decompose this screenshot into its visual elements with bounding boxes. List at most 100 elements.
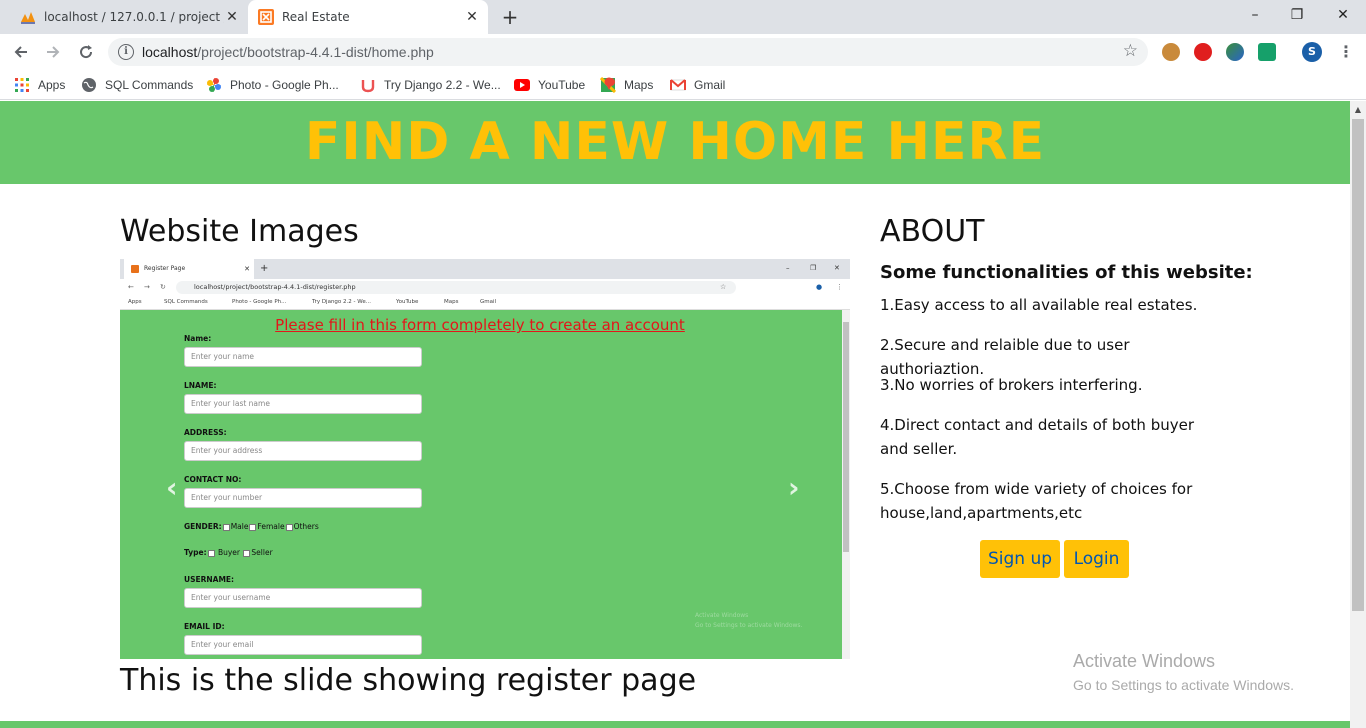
about-item: 3.No worries of brokers interfering.	[880, 376, 1143, 394]
address-bar[interactable]: i localhost/project/bootstrap-4.4.1-dist…	[108, 38, 1148, 66]
close-tab-icon[interactable]: ✕	[224, 9, 240, 25]
slide-input-address: Enter your address	[184, 441, 422, 461]
bookmark-star-icon[interactable]: ☆	[1123, 41, 1138, 61]
minimize-button[interactable]: –	[1232, 0, 1278, 30]
youtube-icon	[514, 79, 530, 91]
slide-new-tab-icon: +	[260, 263, 269, 274]
google-photos-icon	[207, 78, 221, 92]
website-images-heading: Website Images	[120, 214, 359, 249]
bookmark-google-photos[interactable]: Photo - Google Ph...	[206, 76, 339, 94]
bookmark-youtube[interactable]: YouTube	[514, 76, 585, 94]
bookmark-label: Gmail	[694, 78, 726, 92]
slide-browser-tabbar: Register Page ✕ + – ❐ ✕	[120, 259, 850, 279]
slide-bookmarks-bar: Apps SQL Commands Photo - Google Ph... T…	[120, 296, 850, 310]
bookmark-apps[interactable]: Apps	[14, 76, 65, 94]
url-text: localhost/project/bootstrap-4.4.1-dist/h…	[142, 44, 434, 60]
slide-watermark-subtitle: Go to Settings to activate Windows.	[695, 622, 803, 629]
signup-button[interactable]: Sign up	[980, 540, 1060, 578]
bookmark-label: SQL Commands	[105, 78, 194, 92]
slide-tab-title: Register Page	[144, 265, 186, 272]
close-tab-icon[interactable]: ✕	[464, 9, 480, 25]
slide-label-username: USERNAME:	[184, 575, 235, 584]
about-heading: ABOUT	[880, 214, 985, 249]
bookmark-gmail[interactable]: Gmail	[670, 76, 725, 94]
bookmark-label: Photo - Google Ph...	[230, 78, 339, 92]
carousel-next-icon[interactable]: ›	[788, 471, 800, 504]
bookmark-sql-commands[interactable]: SQL Commands	[81, 76, 193, 94]
slide-bookmark: Gmail	[480, 299, 497, 305]
slide-bookmark: Apps	[128, 299, 142, 305]
browser-toolbar: i localhost/project/bootstrap-4.4.1-dist…	[0, 34, 1366, 70]
slide-close-icon: ✕	[244, 265, 250, 273]
page-scrollbar[interactable]: ▲	[1350, 101, 1366, 728]
slide-input-email: Enter your email	[184, 635, 422, 655]
about-item: 4.Direct contact and details of both buy…	[880, 416, 1195, 458]
back-button[interactable]	[9, 40, 33, 64]
reload-icon	[80, 45, 93, 59]
slide-bookmark: Try Django 2.2 - We...	[312, 299, 372, 305]
about-subheading: Some functionalities of this website:	[880, 262, 1253, 283]
banner-title: FIND A NEW HOME HERE	[304, 112, 1046, 172]
about-item: 5.Choose from wide variety of choices fo…	[880, 480, 1193, 522]
xampp-icon	[258, 9, 274, 25]
page-viewport: FIND A NEW HOME HERE Website Images Regi…	[0, 101, 1350, 728]
google-maps-icon	[600, 77, 616, 93]
tab-title: Real Estate	[282, 10, 350, 24]
slide-label-lname: LNAME:	[184, 381, 217, 390]
slide-scrollbar	[842, 310, 850, 659]
tab-phpmyadmin[interactable]: localhost / 127.0.0.1 / project / p ✕	[8, 0, 248, 34]
about-item: 1.Easy access to all available real esta…	[880, 296, 1198, 314]
slide-bookmark: Maps	[444, 299, 459, 305]
slide-label-address: ADDRESS:	[184, 428, 227, 437]
slide-label-name: Name:	[184, 334, 212, 343]
footer-strip	[0, 721, 1350, 728]
slide-label-contact: CONTACT NO:	[184, 475, 242, 484]
slide-forward-icon: →	[144, 283, 150, 291]
back-arrow-icon	[14, 46, 27, 58]
carousel-prev-icon[interactable]: ‹	[166, 471, 178, 504]
slide-bookmark: SQL Commands	[164, 299, 208, 305]
slide-tab: Register Page ✕	[124, 259, 254, 279]
reload-button[interactable]	[74, 40, 98, 64]
slide-address-bar: localhost/project/bootstrap-4.4.1-dist/r…	[176, 281, 736, 294]
slide-form-heading: Please fill in this form completely to c…	[275, 316, 685, 334]
slide-bookmark: Photo - Google Ph...	[232, 299, 287, 305]
slide-restore-icon: ❐	[810, 264, 817, 272]
bookmark-label: Maps	[624, 78, 654, 92]
image-carousel: Register Page ✕ + – ❐ ✕ ← → ↻ localhost/…	[120, 259, 850, 659]
bookmark-try-django[interactable]: Try Django 2.2 - We...	[360, 76, 501, 94]
scroll-up-icon[interactable]: ▲	[1350, 103, 1366, 117]
new-tab-button[interactable]: +	[498, 5, 522, 29]
slide-bookmark: YouTube	[396, 299, 419, 305]
cookie-extension-icon[interactable]	[1162, 43, 1180, 61]
slide-menu-icon: ⋮	[836, 283, 843, 291]
restore-button[interactable]: ❐	[1274, 0, 1320, 30]
profile-avatar[interactable]: S	[1302, 42, 1322, 62]
bookmark-label: Try Django 2.2 - We...	[384, 78, 501, 92]
gmail-icon	[670, 79, 686, 91]
carousel-caption: This is the slide showing register page	[120, 663, 697, 698]
tab-real-estate[interactable]: Real Estate ✕	[248, 0, 488, 34]
menu-kebab-icon[interactable]: ⋮	[1338, 42, 1354, 62]
activate-windows-title: Activate Windows	[1073, 651, 1216, 671]
site-info-icon[interactable]: i	[118, 44, 134, 60]
udemy-icon	[361, 80, 375, 93]
globe-extension-icon[interactable]	[1226, 43, 1244, 61]
slide-star-icon: ☆	[720, 283, 727, 291]
bookmark-label: YouTube	[538, 78, 586, 92]
bookmark-maps[interactable]: Maps	[600, 76, 653, 94]
slide-input-lname: Enter your last name	[184, 394, 422, 414]
slide-label-email: EMAIL ID:	[184, 622, 225, 631]
login-button[interactable]: Login	[1064, 540, 1129, 578]
bookmark-label: Apps	[38, 78, 66, 92]
slide-gender-row: GENDER: Male Female Others	[184, 522, 319, 531]
adblock-extension-icon[interactable]	[1194, 43, 1212, 61]
slide-close-window-icon: ✕	[834, 264, 840, 272]
slide-xampp-icon	[131, 265, 139, 273]
hero-banner: FIND A NEW HOME HERE	[0, 101, 1350, 184]
shield-extension-icon[interactable]	[1258, 43, 1276, 61]
forward-button[interactable]	[41, 40, 65, 64]
scrollbar-thumb[interactable]	[1352, 119, 1364, 611]
slide-type-row: Type: Buyer Seller	[184, 548, 273, 557]
close-window-button[interactable]: ✕	[1320, 0, 1366, 30]
